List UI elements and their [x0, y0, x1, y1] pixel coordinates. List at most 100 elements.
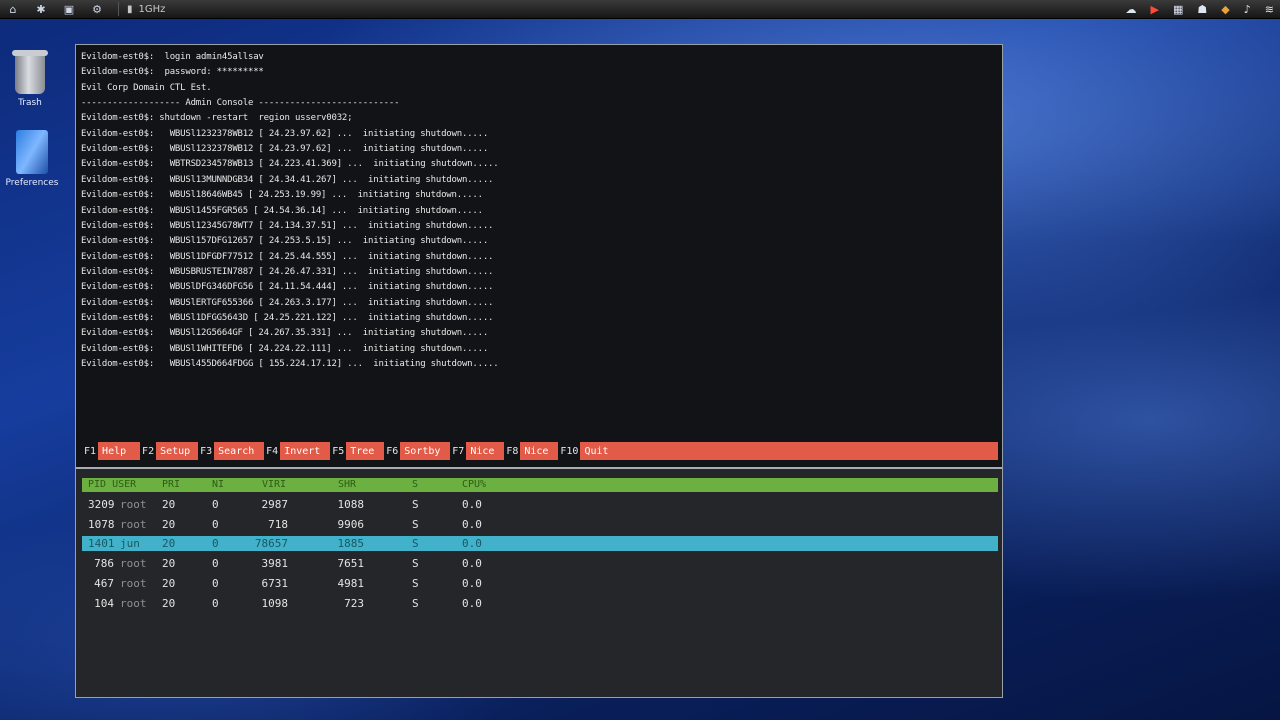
cell-ni: 0	[212, 537, 219, 551]
terminal-line: Evildom-est0$: WBUSl1232378WB12 [ 24.23.…	[81, 128, 489, 139]
shield-icon[interactable]: ◆	[1221, 3, 1229, 16]
col-header-virt[interactable]: VIRI	[262, 479, 286, 490]
cell-s: S	[412, 498, 419, 511]
cell-pid: 104	[94, 596, 114, 610]
col-header-cpu[interactable]: CPU%	[462, 479, 486, 490]
process-row[interactable]: 467 root 20 0 6731 4981 S 0.0	[82, 576, 998, 591]
fkey-label: Quit	[584, 445, 609, 457]
fkey-nice-plus[interactable]: F8 Nice	[504, 442, 558, 460]
cell-ni: 0	[212, 498, 219, 511]
fkey-quit[interactable]: F10 Quit	[558, 442, 622, 460]
play-icon[interactable]: ▶	[1151, 3, 1159, 16]
cell-ni: 0	[212, 596, 219, 610]
terminal-line: Evildom-est0$: shutdown -restart region …	[81, 113, 353, 124]
terminal-line: Evildom-est0$: WBUSlDFG346DFG56 [ 24.11.…	[81, 282, 494, 293]
fkey-number: F6	[384, 442, 401, 460]
terminal-line: Evildom-est0$: WBUSl1DFGDF77512 [ 24.25.…	[81, 251, 494, 262]
fkey-tree[interactable]: F5 Tree	[330, 442, 384, 460]
taskbar-window[interactable]: ▮ 1GHz	[127, 4, 165, 15]
fkey-number: F7	[450, 442, 467, 460]
fkey-search[interactable]: F3 Search	[198, 442, 264, 460]
fkey-label: Invert	[284, 445, 321, 457]
fkey-number: F2	[140, 442, 157, 460]
cell-shr: 723	[344, 596, 364, 610]
people-icon[interactable]: ☗	[1197, 3, 1207, 16]
fkey-number: F3	[198, 442, 215, 460]
process-list: PID USER PRI NI VIRI SHR S CPU% 3209 root…	[76, 469, 1002, 697]
terminal-line: Evildom-est0$: WBUSl18646WB45 [ 24.253.1…	[81, 190, 483, 201]
fkey-help[interactable]: F1 Help	[82, 442, 140, 460]
trash-label: Trash	[18, 98, 42, 108]
fkey-number: F5	[330, 442, 347, 460]
fkey-label: Tree	[350, 445, 375, 457]
cell-s: S	[412, 537, 419, 551]
fkey-label: Setup	[160, 445, 191, 457]
terminal-line: Evildom-est0$: WBTRSD234578WB13 [ 24.223…	[81, 159, 499, 170]
fkey-number: F10	[558, 442, 581, 460]
cell-user: root	[120, 498, 147, 511]
fkey-setup[interactable]: F2 Setup	[140, 442, 198, 460]
cloud-icon[interactable]: ☁	[1126, 3, 1137, 16]
terminal-line: Evildom-est0$: WBUSl13MUNNDGB34 [ 24.34.…	[81, 174, 494, 185]
fkey-number: F4	[264, 442, 281, 460]
col-header-shr[interactable]: SHR	[338, 479, 356, 490]
settings-icon[interactable]: ✱	[34, 3, 48, 16]
cell-s: S	[412, 557, 419, 571]
process-row[interactable]: 104 root 20 0 1098 723 S 0.0	[82, 596, 998, 611]
col-header-pri[interactable]: PRI	[162, 479, 180, 490]
cell-cpu: 0.0	[462, 517, 482, 531]
cell-pid: 1401	[88, 537, 115, 551]
cell-pri: 20	[162, 596, 176, 610]
volume-icon[interactable]: ♪	[1244, 3, 1251, 16]
col-header-pid-user[interactable]: PID USER	[88, 479, 136, 490]
terminal-icon[interactable]: ▣	[62, 3, 76, 16]
gear-icon[interactable]: ⚙	[90, 3, 104, 16]
cell-pid: 786	[94, 557, 114, 571]
terminal-line: Evildom-est0$: WBUSl157DFG12657 [ 24.253…	[81, 236, 489, 247]
wifi-icon[interactable]: ≋	[1265, 3, 1274, 16]
cell-shr: 1885	[337, 537, 365, 551]
desktop-preferences[interactable]: Preferences	[0, 130, 67, 188]
cell-shr: 7651	[337, 557, 365, 571]
terminal-line: Evildom-est0$: WBUSl1DFGG5643D [ 24.25.2…	[81, 312, 494, 323]
cell-ni: 0	[212, 557, 219, 571]
cell-virt: 718	[268, 517, 288, 531]
cell-cpu: 0.0	[462, 498, 482, 511]
grid-icon[interactable]: ▦	[1173, 3, 1183, 16]
process-row[interactable]: 3209 root 20 0 2987 1088 S 0.0	[82, 497, 998, 512]
terminal-line: Evildom-est0$: password: *********	[81, 67, 264, 78]
fkey-sortby[interactable]: F6 Sortby	[384, 442, 450, 460]
terminal-line: Evildom-est0$: WBUSl12345G78WT7 [ 24.134…	[81, 220, 494, 231]
fkey-number: F1	[82, 442, 99, 460]
cell-pri: 20	[162, 537, 176, 551]
fkey-nice-minus[interactable]: F7 Nice	[450, 442, 504, 460]
cell-s: S	[412, 596, 419, 610]
terminal-line: Evildom-est0$: WBUSl12G5664GF [ 24.267.3…	[81, 328, 489, 339]
cell-pri: 20	[162, 517, 176, 531]
fkey-invert[interactable]: F4 Invert	[264, 442, 330, 460]
cell-user: root	[120, 557, 147, 571]
process-row[interactable]: 1078 root 20 0 718 9906 S 0.0	[82, 517, 998, 532]
col-header-ni[interactable]: NI	[212, 479, 224, 490]
cell-ni: 0	[212, 576, 219, 590]
terminal-output[interactable]: Evildom-est0$: login admin45allsav Evildo…	[76, 45, 1002, 467]
cell-virt: 3981	[261, 557, 289, 571]
home-icon[interactable]: ⌂	[6, 3, 20, 16]
cell-user: jun	[120, 537, 140, 551]
cell-user: root	[120, 576, 147, 590]
cell-shr: 9906	[337, 517, 365, 531]
terminal-window[interactable]: Evildom-est0$: login admin45allsav Evildo…	[75, 44, 1003, 698]
desktop-trash[interactable]: Trash	[0, 50, 65, 108]
cell-pri: 20	[162, 557, 176, 571]
fkey-label: Search	[218, 445, 255, 457]
terminal-line: Evildom-est0$: WBUSl1455FGR565 [ 24.54.3…	[81, 205, 483, 216]
top-panel: ⌂ ✱ ▣ ⚙ ▮ 1GHz ☁ ▶ ▦ ☗ ◆ ♪ ≋	[0, 0, 1280, 19]
cell-cpu: 0.0	[462, 537, 482, 551]
col-header-state[interactable]: S	[412, 479, 418, 490]
cell-virt: 2987	[261, 498, 289, 511]
terminal-line: Evildom-est0$: login admin45allsav	[81, 52, 264, 62]
process-row[interactable]: 786 root 20 0 3981 7651 S 0.0	[82, 556, 998, 571]
process-row[interactable]: 1401 jun 20 0 78657 1885 S 0.0	[82, 536, 998, 552]
cell-pri: 20	[162, 576, 176, 590]
window-icon: ▮	[127, 3, 133, 15]
